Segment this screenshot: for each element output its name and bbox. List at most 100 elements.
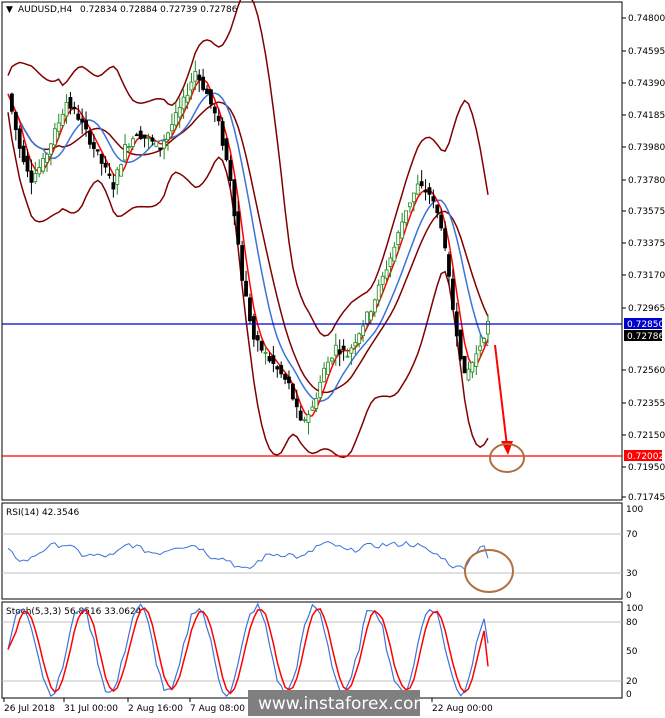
candle-body <box>127 146 131 149</box>
price-tick-label: 0.73575 <box>628 207 665 217</box>
candle-body <box>197 74 202 81</box>
candle-body <box>130 138 135 147</box>
candle-body <box>64 102 69 117</box>
candle-body <box>337 349 342 355</box>
candle-body <box>259 341 264 351</box>
candle-body <box>380 275 385 285</box>
price-chart: ▼ AUDUSD,H4 0.72834 0.72884 0.72739 0.72… <box>1 0 665 716</box>
candle-body <box>17 128 22 149</box>
candle-body <box>326 361 330 375</box>
candle-body <box>357 333 362 344</box>
stoch-tick-20: 20 <box>626 677 638 687</box>
candle-body <box>447 254 451 277</box>
price-tick-label: 0.73980 <box>628 143 665 153</box>
candle-body <box>392 246 397 262</box>
price-tick-label: 0.74800 <box>628 14 665 24</box>
chart-symbol-label: AUDUSD,H4 <box>18 5 73 15</box>
stoch-tick-80: 80 <box>626 618 638 628</box>
candle-body <box>450 278 455 310</box>
candle-body <box>388 257 393 267</box>
time-tick-label: 7 Aug 08:00 <box>190 704 245 714</box>
candle-body <box>37 167 42 175</box>
candle-body <box>72 106 77 110</box>
candle-body <box>302 419 307 422</box>
candle-body <box>84 120 88 130</box>
candle-body <box>330 357 334 362</box>
candle-body <box>322 367 326 383</box>
candle-body <box>423 189 428 193</box>
candle-body <box>56 122 61 132</box>
candle-body <box>166 132 170 141</box>
price-tick-label: 0.71950 <box>628 463 665 473</box>
candle-body <box>287 376 291 384</box>
candle-body <box>478 345 483 351</box>
candle-body <box>384 269 389 279</box>
candle-body <box>408 202 412 208</box>
price-tick-label: 0.74185 <box>628 111 665 121</box>
candle-body <box>470 361 475 373</box>
candle-body <box>306 414 311 423</box>
candle-body <box>41 158 46 172</box>
candle-body <box>189 81 194 91</box>
candle-body <box>372 299 377 313</box>
candle-body <box>466 368 471 381</box>
candle-body <box>123 144 127 161</box>
rsi-label: RSI(14) 42.3546 <box>6 508 79 518</box>
candle-body <box>60 113 65 126</box>
price-axis: 0.74800 0.74595 0.74390 0.74185 0.73980 0.737… <box>622 14 665 503</box>
candle-body <box>333 344 338 356</box>
main-panel-frame <box>1 1 623 501</box>
candle-body <box>267 356 272 362</box>
candle-body <box>95 149 100 152</box>
candle-body <box>255 335 260 341</box>
candle-body <box>33 173 38 183</box>
candle-body <box>283 373 287 380</box>
candle-body <box>103 162 108 168</box>
candle-body <box>91 142 96 149</box>
candle-body <box>162 140 166 149</box>
rsi-tick-100: 100 <box>626 505 643 515</box>
symbol-dropdown-icon[interactable]: ▼ <box>6 5 13 15</box>
candle-body <box>201 76 206 90</box>
candle-body <box>185 94 190 103</box>
candle-body <box>240 245 245 281</box>
candle-body <box>443 228 447 249</box>
candle-body <box>439 214 444 229</box>
time-tick-label: 22 Aug 00:00 <box>432 704 493 714</box>
candle-body <box>318 381 323 399</box>
candle-body <box>10 93 14 112</box>
price-tick-label: 0.71745 <box>628 493 665 503</box>
candle-body <box>419 181 424 187</box>
candle-body <box>411 192 416 203</box>
candle-body <box>177 106 182 118</box>
candle-body <box>21 145 26 163</box>
candle-body <box>462 355 467 374</box>
candle-body <box>298 410 303 421</box>
candle-body <box>353 341 358 347</box>
candle-body <box>396 232 401 245</box>
candle-body <box>228 160 233 181</box>
candle-body <box>154 141 159 147</box>
candle-body <box>279 365 284 375</box>
candle-body <box>404 210 408 223</box>
rsi-tick-70: 70 <box>626 530 638 540</box>
chart-ohlc-label: 0.72834 0.72884 0.72739 0.72786 <box>80 5 238 15</box>
price-tick-label: 0.73780 <box>628 176 665 186</box>
price-tick-label: 0.73375 <box>628 239 665 249</box>
candle-body <box>170 124 174 132</box>
candle-body <box>224 138 229 161</box>
candle-body <box>244 280 248 297</box>
candle-body <box>146 137 151 140</box>
rsi-tick-0: 0 <box>626 591 632 601</box>
candle-body <box>119 164 124 177</box>
candle-body <box>173 112 178 126</box>
price-tick-label: 0.72965 <box>628 304 665 314</box>
candle-body <box>220 121 225 146</box>
candle-body <box>232 179 237 217</box>
candle-body <box>275 366 280 370</box>
candle-body <box>369 311 373 321</box>
candle-body <box>310 406 315 411</box>
candle-body <box>212 106 217 114</box>
candle-body <box>193 71 198 82</box>
target-price-text: 0.72002 <box>627 452 664 462</box>
